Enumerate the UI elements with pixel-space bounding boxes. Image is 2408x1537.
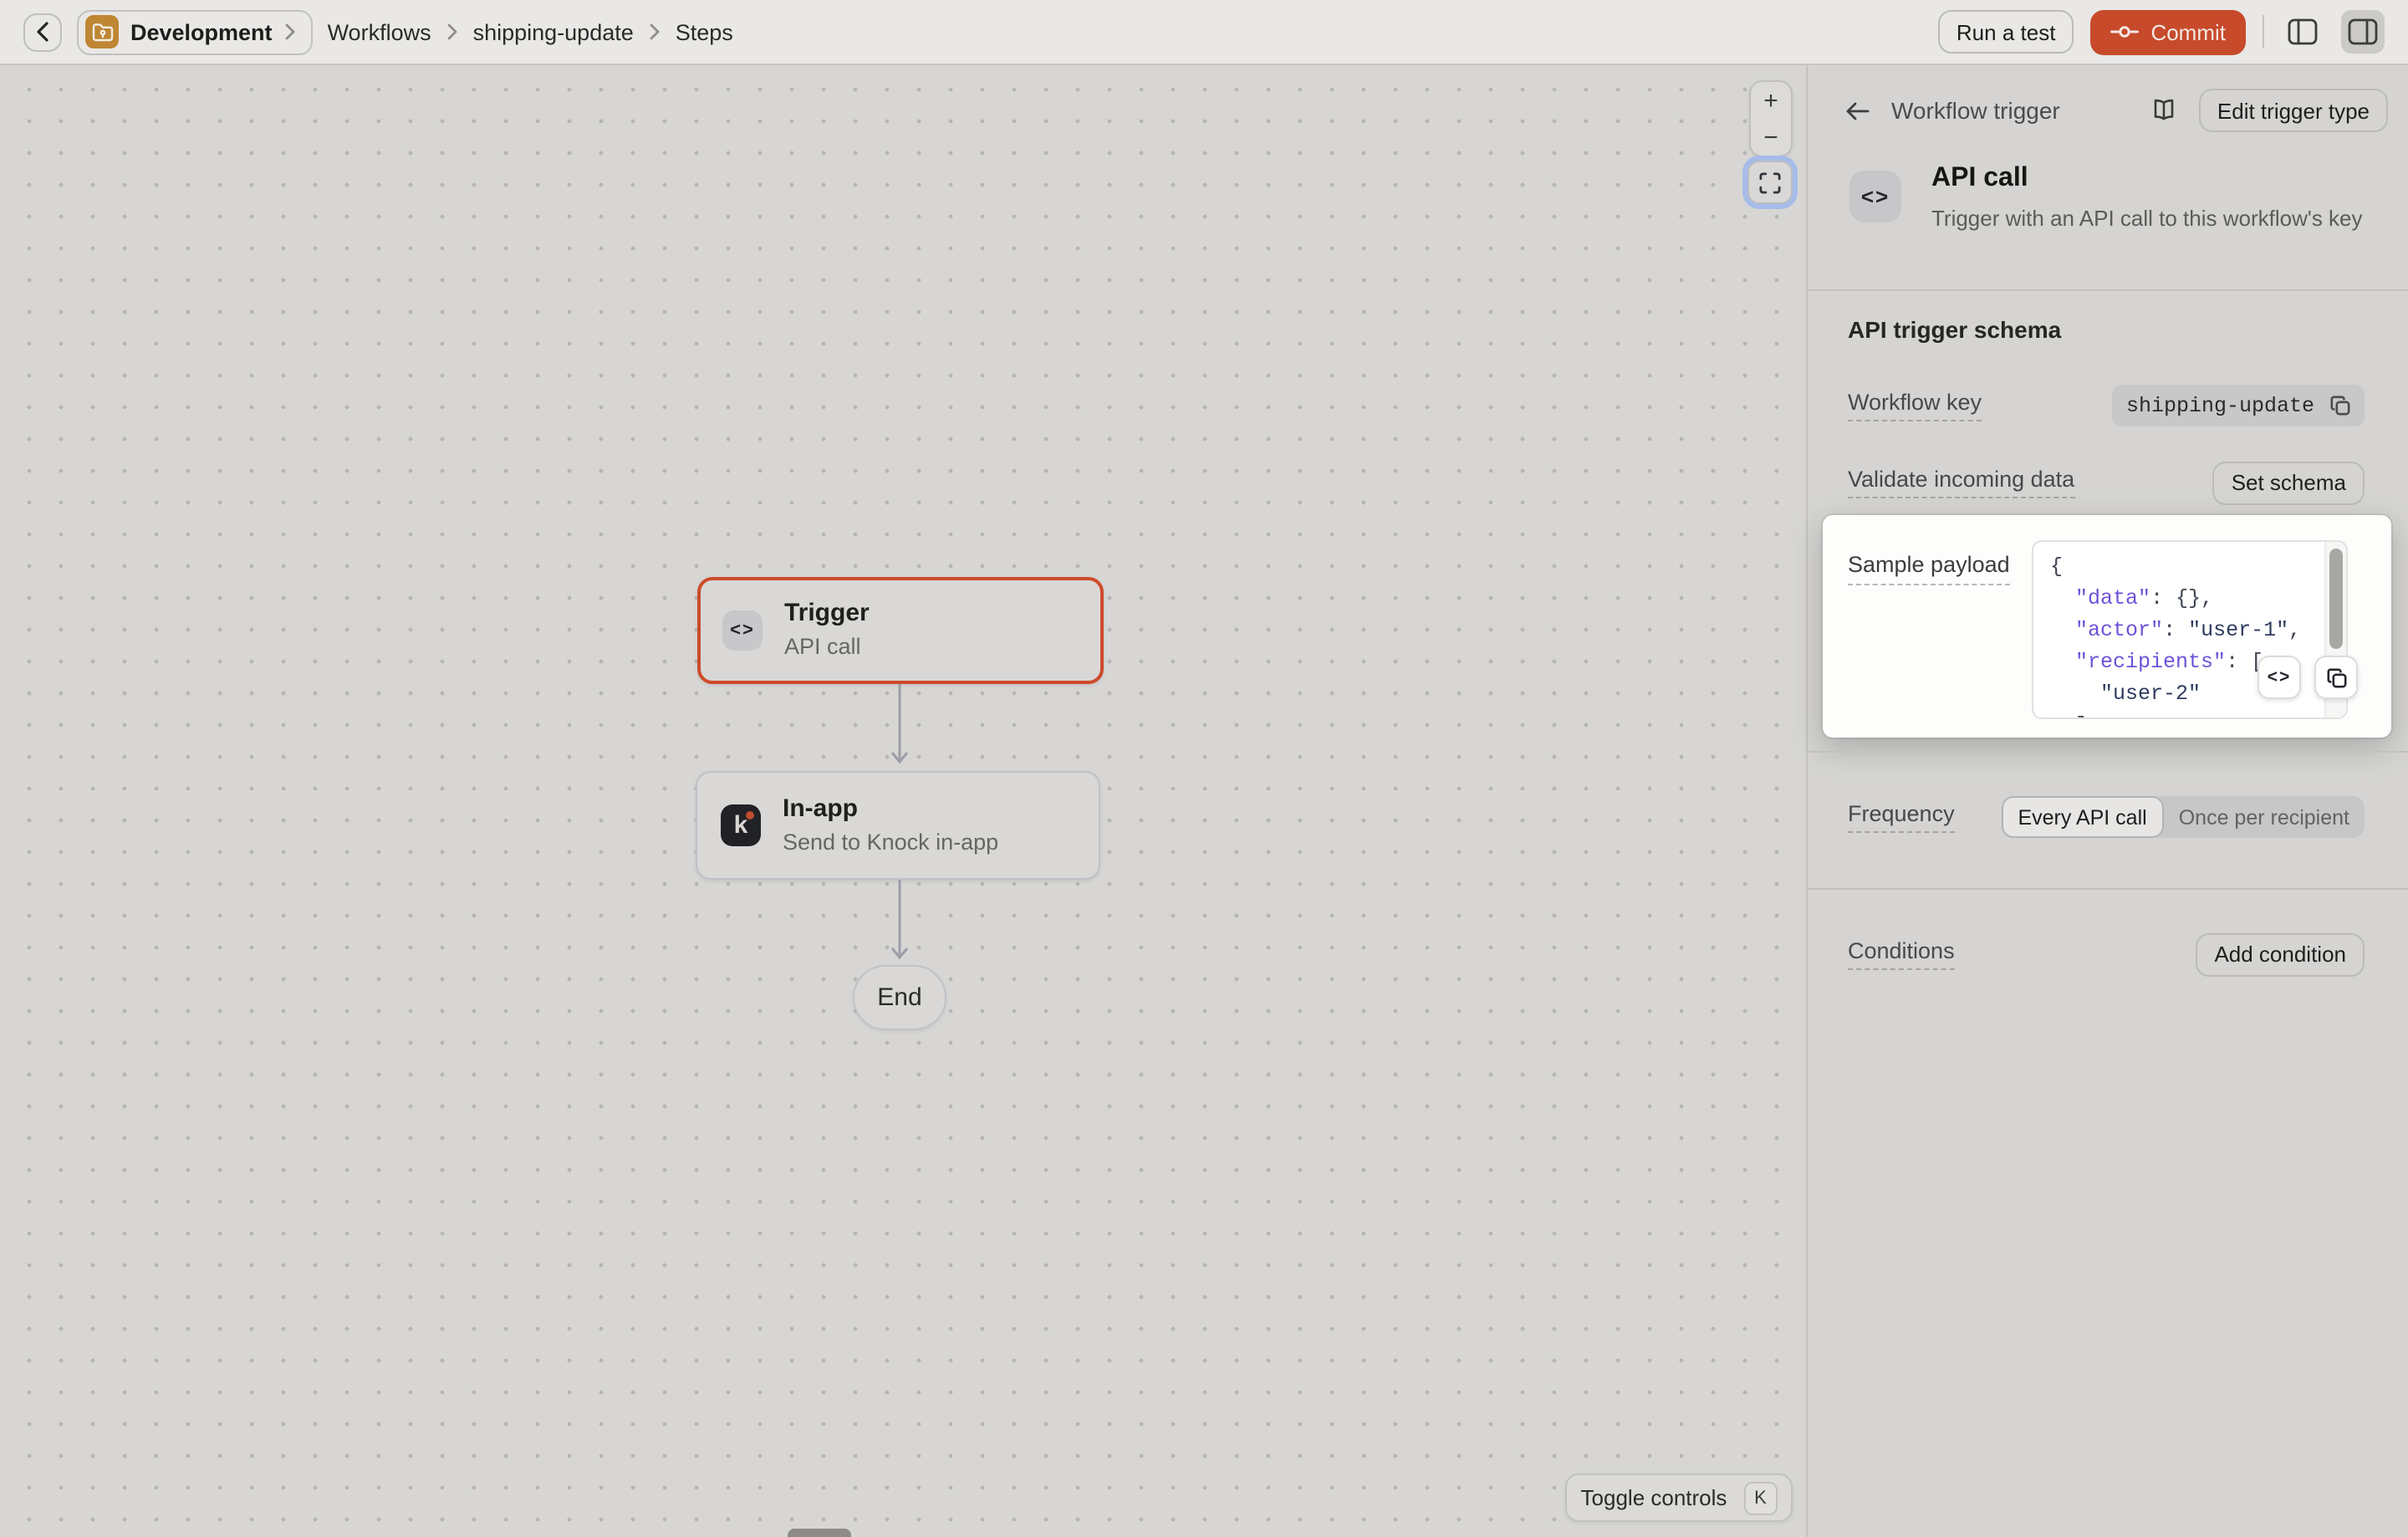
copy-icon: [2325, 666, 2347, 688]
divider: [2263, 15, 2264, 49]
add-condition-button[interactable]: Add condition: [2196, 932, 2365, 976]
chevron-right-icon: [446, 23, 458, 40]
frequency-option-once-per-recipient[interactable]: Once per recipient: [2164, 796, 2365, 838]
panel-back-button[interactable]: [1841, 96, 1873, 125]
fullscreen-icon: [1759, 171, 1781, 193]
top-bar: Development Workflows shipping-update St…: [0, 0, 2408, 65]
sample-payload-spotlight: Sample payload { "data": {}, "actor": "u…: [1823, 515, 2391, 738]
topbar-actions: Run a test Commit: [1938, 9, 2385, 54]
frequency-row: Frequency Every API call Once per recipi…: [1848, 796, 2365, 838]
chevron-right-icon: [284, 23, 296, 40]
copy-icon: [2329, 395, 2351, 416]
copy-payload-button[interactable]: [2314, 656, 2358, 699]
expand-editor-button[interactable]: <>: [2258, 656, 2301, 699]
validate-data-row: Validate incoming data Set schema: [1848, 462, 2365, 503]
panel-header: Workflow trigger Edit trigger type: [1841, 87, 2388, 134]
zoom-out-button[interactable]: −: [1751, 119, 1791, 156]
divider: [1808, 888, 2408, 890]
workflow-key-value: shipping-update: [2126, 394, 2314, 417]
workflow-trigger-panel: Workflow trigger Edit trigger type <> AP…: [1806, 65, 2408, 1537]
trigger-node-title: Trigger: [784, 600, 870, 630]
arrow-left-icon: [1844, 100, 1870, 121]
panel-left-icon: [2288, 18, 2318, 45]
commit-button[interactable]: Commit: [2090, 9, 2246, 54]
chevron-left-icon: [35, 22, 50, 42]
environment-label: Development: [130, 19, 273, 44]
git-commit-icon: [2110, 22, 2139, 42]
edit-trigger-type-button[interactable]: Edit trigger type: [2199, 89, 2388, 132]
inapp-step-node[interactable]: k In-app Send to Knock in-app: [696, 771, 1100, 880]
run-a-test-button[interactable]: Run a test: [1938, 10, 2074, 54]
frequency-segmented-control: Every API call Once per recipient: [2001, 796, 2365, 838]
workflow-key-label: Workflow key: [1848, 389, 1982, 421]
environment-folder-icon: [85, 15, 119, 49]
copy-workflow-key-button[interactable]: [2329, 395, 2351, 416]
breadcrumb: Workflows shipping-update Steps: [328, 19, 733, 44]
trigger-node[interactable]: <> Trigger API call: [697, 577, 1104, 684]
code-icon: <>: [722, 610, 763, 651]
edge-inapp-to-end: [890, 880, 910, 967]
knock-logo-icon: k: [721, 804, 761, 846]
inapp-node-text: In-app Send to Knock in-app: [783, 794, 998, 856]
trigger-type-summary: <> API call Trigger with an API call to …: [1849, 164, 2388, 231]
divider: [1808, 289, 2408, 291]
edge-trigger-to-inapp: [890, 684, 910, 771]
knock-workflow-editor: Development Workflows shipping-update St…: [0, 0, 2408, 1537]
breadcrumb-workflows[interactable]: Workflows: [328, 19, 431, 44]
conditions-row: Conditions Add condition: [1848, 932, 2365, 977]
frequency-option-every-api-call[interactable]: Every API call: [2001, 796, 2163, 838]
end-node[interactable]: End: [853, 965, 946, 1030]
trigger-node-text: Trigger API call: [784, 600, 870, 661]
workflow-key-row: Workflow key shipping-update: [1848, 385, 2365, 426]
sample-payload-editor[interactable]: { "data": {}, "actor": "user-1", "recipi…: [2032, 540, 2348, 719]
trigger-type-title: API call: [1931, 164, 2363, 194]
panel-right-icon: [2348, 18, 2378, 45]
documentation-button[interactable]: [2147, 94, 2181, 126]
toggle-controls-label: Toggle controls: [1581, 1485, 1727, 1510]
inapp-node-title: In-app: [783, 794, 998, 825]
zoom-in-button[interactable]: +: [1751, 82, 1791, 119]
validate-data-label: Validate incoming data: [1848, 466, 2074, 498]
trigger-type-description: Trigger with an API call to this workflo…: [1931, 206, 2363, 231]
workflow-key-value-box: shipping-update: [2113, 385, 2365, 426]
breadcrumb-workflow-key[interactable]: shipping-update: [473, 19, 634, 44]
scrollbar-thumb[interactable]: [2329, 549, 2342, 649]
set-schema-button[interactable]: Set schema: [2213, 461, 2365, 504]
book-icon: [2150, 98, 2177, 123]
fit-view-button[interactable]: [1747, 161, 1793, 204]
trigger-type-text: API call Trigger with an API call to thi…: [1931, 164, 2363, 231]
breadcrumb-steps[interactable]: Steps: [676, 19, 733, 44]
zoom-controls: + −: [1749, 80, 1793, 157]
frequency-label: Frequency: [1848, 800, 1955, 833]
trigger-node-subtitle: API call: [784, 635, 870, 661]
toggle-left-panel-button[interactable]: [2281, 10, 2324, 54]
conditions-label: Conditions: [1848, 937, 1955, 970]
commit-label: Commit: [2150, 19, 2226, 44]
hidden-dock-edge: [788, 1529, 851, 1537]
chevron-right-icon: [649, 23, 661, 40]
inapp-node-subtitle: Send to Knock in-app: [783, 830, 998, 856]
panel-title: Workflow trigger: [1891, 97, 2060, 124]
toggle-controls-button[interactable]: Toggle controls K: [1565, 1473, 1793, 1522]
toggle-right-panel-button[interactable]: [2341, 10, 2385, 54]
back-button[interactable]: [23, 13, 62, 51]
keyboard-shortcut-badge: K: [1743, 1481, 1777, 1514]
divider: [1808, 751, 2408, 753]
sample-payload-label: Sample payload: [1848, 552, 2010, 585]
workflow-canvas[interactable]: + − <> Trigger API call k In-app Send to…: [0, 65, 1806, 1537]
code-icon: <>: [1849, 171, 1901, 222]
schema-section-heading: API trigger schema: [1848, 316, 2061, 343]
environment-switcher[interactable]: Development: [77, 9, 313, 54]
